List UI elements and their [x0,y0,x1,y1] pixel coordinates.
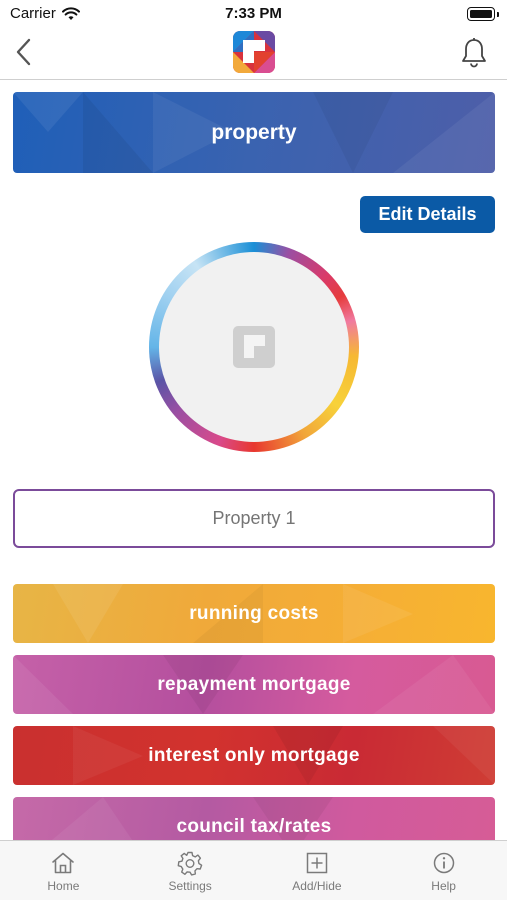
app-logo [233,31,275,73]
home-icon [52,852,75,874]
page-title: property [211,120,297,144]
tab-help-label: Help [431,879,456,893]
notifications-button[interactable] [459,37,489,69]
property-header-banner: property [13,92,495,173]
property-name-field[interactable] [13,489,495,548]
council-tax-label: council tax/rates [176,815,332,837]
tab-settings-label: Settings [168,879,212,893]
tab-add-hide[interactable]: Add/Hide [254,841,381,900]
status-time: 7:33 PM [225,5,282,22]
gear-icon [177,851,203,876]
nav-bar [0,28,507,80]
status-bar: Carrier 7:33 PM [0,0,507,28]
chevron-left-icon [16,38,31,66]
battery-icon [467,7,499,21]
repayment-mortgage-button[interactable]: repayment mortgage [13,655,495,714]
interest-only-mortgage-button[interactable]: interest only mortgage [13,726,495,785]
repayment-mortgage-label: repayment mortgage [157,673,351,695]
info-icon [433,852,454,874]
plus-square-icon [306,852,328,874]
running-costs-label: running costs [189,602,319,624]
back-button[interactable] [8,36,40,68]
avatar-image [159,252,349,442]
bell-icon [462,38,486,68]
tab-home-label: Home [47,879,80,893]
tab-add-hide-label: Add/Hide [292,879,342,893]
edit-details-button[interactable]: Edit Details [360,196,495,233]
tab-home[interactable]: Home [0,841,127,900]
tab-settings[interactable]: Settings [127,841,254,900]
placeholder-logo-icon [233,326,275,368]
tab-bar: Home Settings Add/Hide Help [0,840,507,900]
interest-only-mortgage-label: interest only mortgage [148,744,360,766]
running-costs-button[interactable]: running costs [13,584,495,643]
tab-help[interactable]: Help [380,841,507,900]
property-avatar[interactable] [149,242,359,452]
